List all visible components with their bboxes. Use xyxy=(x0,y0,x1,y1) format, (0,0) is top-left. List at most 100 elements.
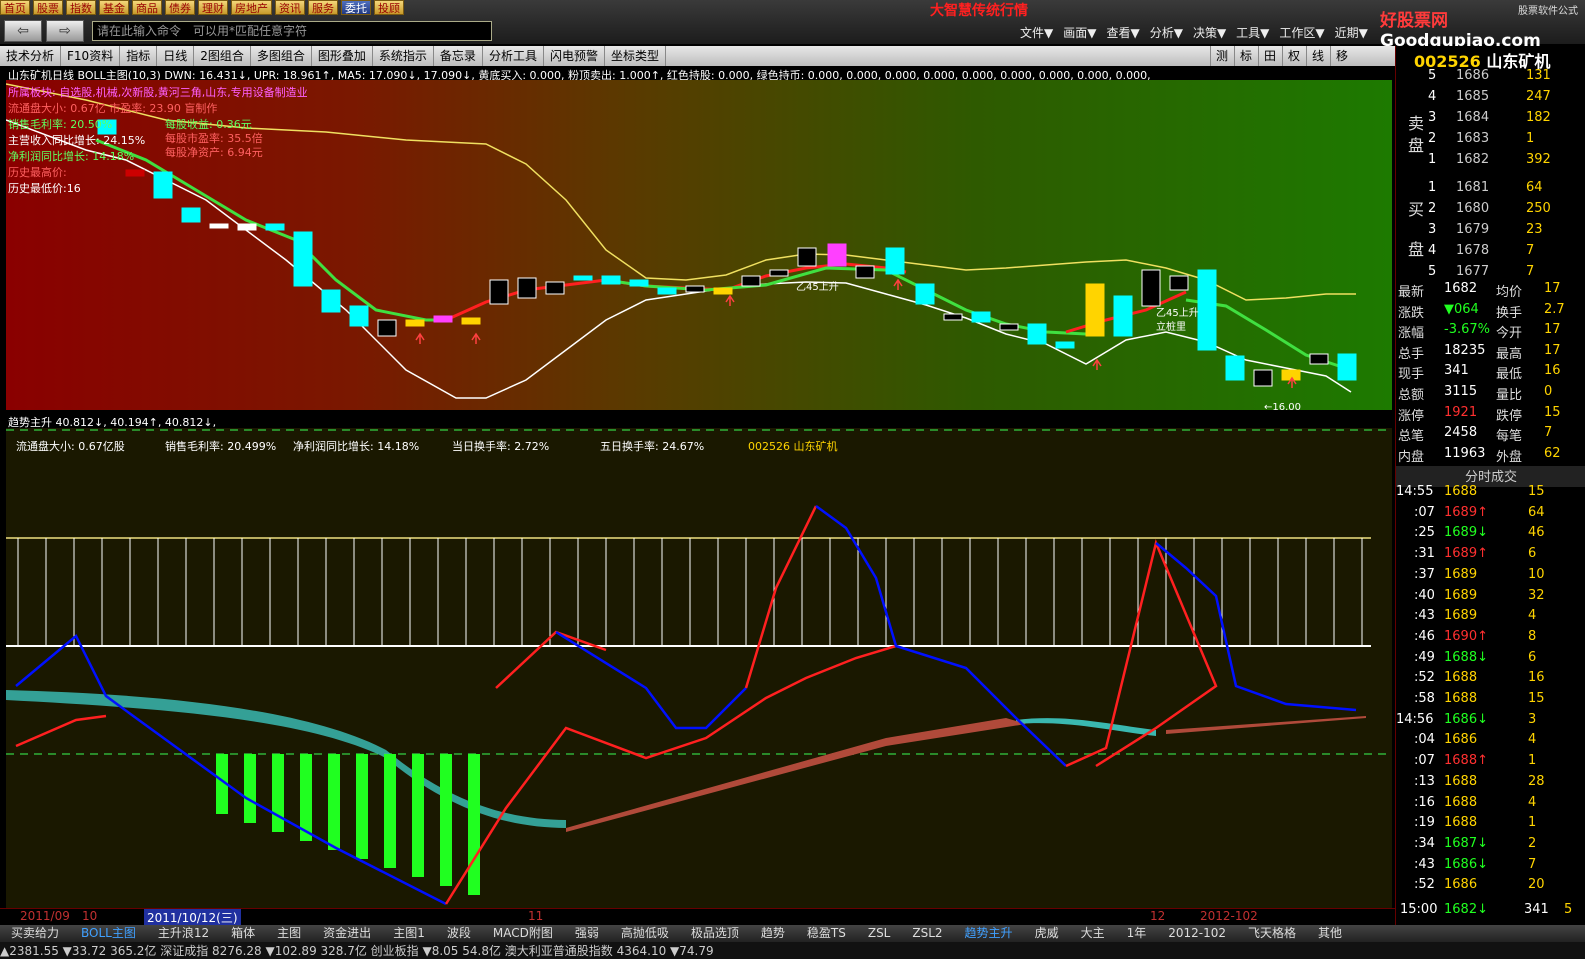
bottom-tab-2[interactable]: 主升浪12 xyxy=(147,925,220,942)
top-button-5[interactable]: 债券 xyxy=(165,0,195,15)
top-button-0[interactable]: 首页 xyxy=(0,0,30,15)
toolbar-item-5[interactable]: 多图组合 xyxy=(251,46,312,66)
toolbar-right-4[interactable]: 线 xyxy=(1306,46,1330,66)
stat-row-5: 总额 3115 量比 0 xyxy=(1396,384,1585,405)
menu-item-0[interactable]: 文件▼ xyxy=(1020,24,1053,41)
bottom-tab-11[interactable]: 极品选顶 xyxy=(680,925,750,942)
toolbar-right-0[interactable]: 测 xyxy=(1210,46,1234,66)
toolbar-item-7[interactable]: 系统指示 xyxy=(373,46,434,66)
tick-row-6-c1: 1689 xyxy=(1444,608,1478,624)
candle-29 xyxy=(915,283,935,305)
sell-row-1-c1: 1685 xyxy=(1456,89,1490,104)
bottom-tab-4[interactable]: 主图 xyxy=(266,925,312,942)
stat-row-4-c0: 现手 xyxy=(1398,367,1425,383)
bottom-tab-12[interactable]: 趋势 xyxy=(750,925,796,942)
top-button-2[interactable]: 指数 xyxy=(66,0,96,15)
bottom-tab-9[interactable]: 强弱 xyxy=(564,925,610,942)
bottom-tab-6[interactable]: 主图1 xyxy=(382,925,436,942)
menu-item-4[interactable]: 决策▼ xyxy=(1193,24,1226,41)
bottom-tab-0[interactable]: 买卖给力 xyxy=(0,925,70,942)
tick-row-18-c2: 7 xyxy=(1528,856,1537,872)
tick-row-5-c0: :40 xyxy=(1414,587,1435,603)
stat-row-0: 最新 1682 均价 17 xyxy=(1396,281,1585,302)
toolbar-item-0[interactable]: 技术分析 xyxy=(0,46,62,66)
stat-row-6: 涨停 1921 跌停 15 xyxy=(1396,405,1585,426)
analysis-toolbar: 技术分析 F10资料 指标 日线 2图组合 多图组合 图形叠加 系统指示 备忘录 分析工具 闪电预警… xyxy=(0,46,1395,66)
stat-row-3: 总手 18235 最高 17 xyxy=(1396,343,1585,364)
date-axis: 2011/09 10 2011/10/12(三) 11 12 2012-102 xyxy=(0,908,1395,926)
top-button-8[interactable]: 资讯 xyxy=(275,0,305,15)
bottom-tab-17[interactable]: 虎威 xyxy=(1024,925,1070,942)
toolbar-item-10[interactable]: 闪电预警 xyxy=(544,46,605,66)
top-button-3[interactable]: 基金 xyxy=(99,0,129,15)
trend-blue-4 xyxy=(1155,542,1357,712)
bottom-tab-3[interactable]: 箱体 xyxy=(220,925,266,942)
menu-item-2[interactable]: 查看▼ xyxy=(1106,24,1139,41)
toolbar-item-6[interactable]: 图形叠加 xyxy=(312,46,373,66)
date-1: 10 xyxy=(82,909,98,923)
toolbar-right-5[interactable]: 移 xyxy=(1330,46,1354,66)
stat-row-5-c2: 量比 xyxy=(1496,388,1523,403)
top-button-1[interactable]: 股票 xyxy=(33,0,63,15)
top-button-6[interactable]: 理财 xyxy=(198,0,228,15)
tick-last-c0: 15:00 xyxy=(1400,902,1438,917)
menu-item-3[interactable]: 分析▼ xyxy=(1150,24,1183,41)
tick-row-16-c1: 1688 xyxy=(1444,815,1478,831)
tick-row-7-c0: :46 xyxy=(1414,628,1435,644)
stat-row-6-c1: 1921 xyxy=(1444,404,1478,420)
trend-sub-chart[interactable] xyxy=(6,428,1392,908)
buy-row-2-c1: 1679 xyxy=(1456,222,1490,237)
menu-item-1[interactable]: 画面▼ xyxy=(1063,24,1096,41)
bottom-tab-21[interactable]: 飞天格格 xyxy=(1237,925,1307,942)
menu-item-7[interactable]: 近期▼ xyxy=(1335,24,1368,41)
tick-row-2-c1: 1689↓ xyxy=(1444,525,1488,541)
toolbar-right-3[interactable]: 权 xyxy=(1282,46,1306,66)
top-button-4[interactable]: 商品 xyxy=(132,0,162,15)
toolbar-item-1[interactable]: F10资料 xyxy=(61,46,121,66)
bottom-tab-8[interactable]: MACD附图 xyxy=(482,925,564,942)
stat-row-7: 总笔 2458 每笔 7 xyxy=(1396,425,1585,446)
bottom-tab-20[interactable]: 2012-102 xyxy=(1157,925,1237,942)
bottom-tab-18[interactable]: 大主 xyxy=(1070,925,1116,942)
toolbar-right-2[interactable]: 田 xyxy=(1258,46,1282,66)
trend-blue-3 xyxy=(815,504,1067,767)
back-arrow-icon[interactable]: ⇦ xyxy=(4,20,42,42)
tick-row-7-c2: 8 xyxy=(1528,628,1537,644)
toolbar-item-11[interactable]: 坐标类型 xyxy=(605,46,666,66)
overlay-line-2: 销售毛利率: 20.50% xyxy=(8,118,113,131)
toolbar-item-2[interactable]: 指标 xyxy=(120,46,158,66)
candle-8 xyxy=(321,289,341,313)
top-button-10[interactable]: 委托 xyxy=(341,0,371,15)
stat-row-2-c3: 17 xyxy=(1544,322,1561,338)
bottom-tab-22[interactable]: 其他 xyxy=(1307,925,1353,942)
bottom-tab-13[interactable]: 稳盈TS xyxy=(796,925,857,942)
boll-lower-line xyxy=(5,119,1352,399)
toolbar-right-1[interactable]: 标 xyxy=(1234,46,1258,66)
top-button-7[interactable]: 房地产 xyxy=(231,0,272,15)
date-4: 12 xyxy=(1150,909,1166,923)
tick-row-16-c0: :19 xyxy=(1414,815,1435,831)
bottom-tab-7[interactable]: 波段 xyxy=(436,925,482,942)
candle-3 xyxy=(181,207,201,223)
bottom-tab-10[interactable]: 高抛低吸 xyxy=(610,925,680,942)
top-button-11[interactable]: 投顾 xyxy=(374,0,404,15)
toolbar-item-4[interactable]: 2图组合 xyxy=(194,46,251,66)
top-button-9[interactable]: 服务 xyxy=(308,0,338,15)
bottom-tab-16[interactable]: 趋势主升 xyxy=(954,925,1024,942)
bottom-tab-5[interactable]: 资金进出 xyxy=(312,925,382,942)
bottom-tab-15[interactable]: ZSL2 xyxy=(901,925,953,942)
bottom-tab-14[interactable]: ZSL xyxy=(857,925,902,942)
stat-row-8-c1: 11963 xyxy=(1444,445,1486,461)
arrow-markers xyxy=(415,278,1297,388)
forward-arrow-icon[interactable]: ⇨ xyxy=(46,20,84,42)
toolbar-item-3[interactable]: 日线 xyxy=(157,46,195,66)
bottom-tab-19[interactable]: 1年 xyxy=(1116,925,1158,942)
tick-row-12-c1: 1686 xyxy=(1444,732,1478,748)
toolbar-item-8[interactable]: 备忘录 xyxy=(434,46,483,66)
menu-item-6[interactable]: 工作区▼ xyxy=(1279,24,1324,41)
menu-item-5[interactable]: 工具▼ xyxy=(1236,24,1269,41)
command-input[interactable]: 请在此输入命令 可以用*匹配任意字符 xyxy=(92,21,492,41)
toolbar-item-9[interactable]: 分析工具 xyxy=(483,46,544,66)
candle-18 xyxy=(601,275,621,285)
bottom-tab-1[interactable]: BOLL主图 xyxy=(70,925,147,942)
